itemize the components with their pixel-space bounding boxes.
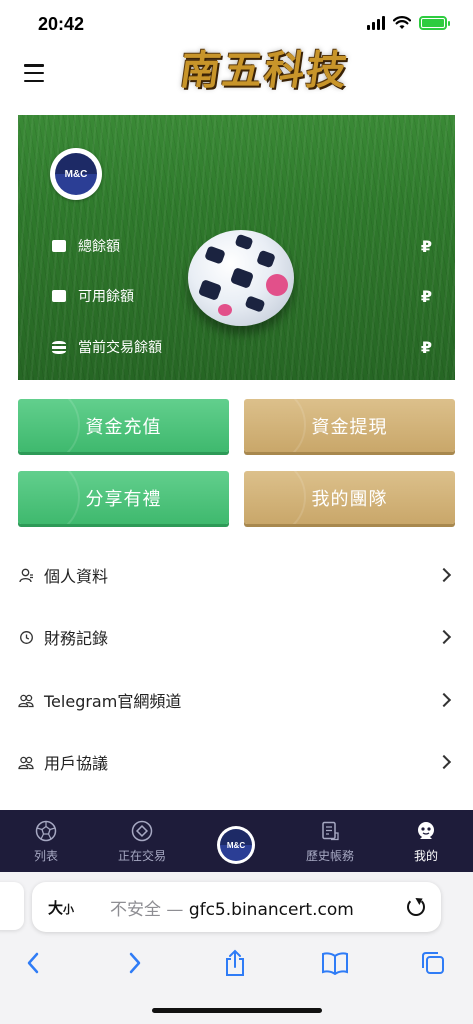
soccer-ball-icon [35,820,57,842]
share-icon [226,949,244,976]
book-icon [322,952,348,975]
tabs-button[interactable] [418,948,448,978]
share-label: 分享有禮 [85,488,162,510]
group-icon [18,754,34,770]
card-icon [52,290,66,302]
share-reward-button[interactable]: 分享有禮 [18,471,229,524]
tab-label-trading: 正在交易 [117,849,166,863]
menu-item-user-agreement[interactable]: 用戶協議 [18,742,455,782]
tabs-icon [422,952,444,974]
chevron-right-icon [436,692,452,708]
browser-toolbar: 大小 不安全 — gfc5.binancert.com [0,872,473,1024]
tab-mine[interactable]: 我的 [386,810,466,872]
tab-trading[interactable]: 正在交易 [102,810,182,872]
brand-logo: 南五科技 [170,36,360,98]
previous-tab-preview[interactable] [0,882,24,930]
reader-settings-button[interactable]: 大小 [48,897,74,918]
menu-label-finance: 財務記錄 [44,629,109,648]
status-time: 20:42 [38,14,85,34]
balance-label-trading: 當前交易餘額 [78,340,162,356]
document-icon [319,820,341,842]
withdraw-button[interactable]: 資金提現 [244,399,455,452]
my-team-button[interactable]: 我的團隊 [244,471,455,524]
tab-history[interactable]: 歷史帳務 [290,810,370,872]
balance-row-total: 總餘額 ₽ [52,236,432,256]
battery-charging-icon [419,16,450,30]
share-button[interactable] [220,948,250,978]
menu-item-telegram-channel[interactable]: Telegram官網頻道 [18,680,455,720]
chevron-left-icon [27,952,39,974]
team-logo-badge: M&C [50,148,102,200]
back-button[interactable] [18,948,48,978]
balance-row-trading: 當前交易餘額 ₽ [52,337,432,357]
cellular-signal-icon [367,16,385,30]
balance-label-available: 可用餘額 [78,289,134,305]
chevron-right-icon [436,754,452,770]
aa-big: 大 [48,898,64,917]
tab-home-logo[interactable]: M&C [196,810,276,872]
tab-label-list: 列表 [33,849,58,863]
team-logo-text: M&C [220,829,252,861]
balance-label-total: 總餘額 [78,239,120,255]
insecure-label: 不安全 — [110,899,189,920]
app-header: 南五科技 [0,47,473,110]
avatar-icon [415,820,437,842]
aa-small: 小 [63,902,75,916]
target-icon [131,820,153,842]
tab-label-mine: 我的 [413,849,438,863]
history-icon [18,629,34,645]
wallet-icon [52,240,66,252]
hamburger-menu-icon[interactable] [24,64,44,82]
withdraw-label: 資金提現 [311,416,388,438]
bottom-tab-bar: 列表 正在交易 M&C 歷史帳務 我的 [0,810,473,872]
wifi-icon [393,16,411,29]
chevron-right-icon [436,567,452,583]
menu-label-profile: 個人資料 [44,567,109,586]
bookmarks-button[interactable] [320,948,350,978]
forward-button[interactable] [120,948,150,978]
tab-list[interactable]: 列表 [6,810,86,872]
address-bar[interactable]: 大小 不安全 — gfc5.binancert.com [32,882,441,932]
home-indicator [152,1008,322,1013]
team-logo-badge: M&C [217,826,255,864]
balance-row-available: 可用餘額 ₽ [52,286,432,306]
menu-item-finance-records[interactable]: 財務記錄 [18,617,455,657]
currency-symbol: ₽ [420,286,432,306]
team-label: 我的團隊 [311,488,388,510]
currency-symbol: ₽ [420,236,432,256]
tab-label-history: 歷史帳務 [305,849,354,863]
coin-stack-icon [52,340,66,354]
user-icon [18,567,34,583]
menu-label-agreement: 用戶協議 [44,754,109,773]
chevron-right-icon [436,629,452,645]
status-icons [367,16,450,30]
reload-icon[interactable] [407,898,425,916]
menu-label-telegram: Telegram官網頻道 [44,692,182,711]
currency-symbol: ₽ [420,337,432,357]
team-logo-text: M&C [55,153,97,195]
menu-item-profile[interactable]: 個人資料 [18,555,455,595]
deposit-label: 資金充值 [85,416,162,438]
logo-text: 南五科技 [177,47,352,94]
chevron-right-icon [129,952,141,974]
deposit-button[interactable]: 資金充值 [18,399,229,452]
url-display: 不安全 — gfc5.binancert.com [110,895,354,920]
group-icon [18,692,34,708]
url-domain: gfc5.binancert.com [188,899,354,920]
